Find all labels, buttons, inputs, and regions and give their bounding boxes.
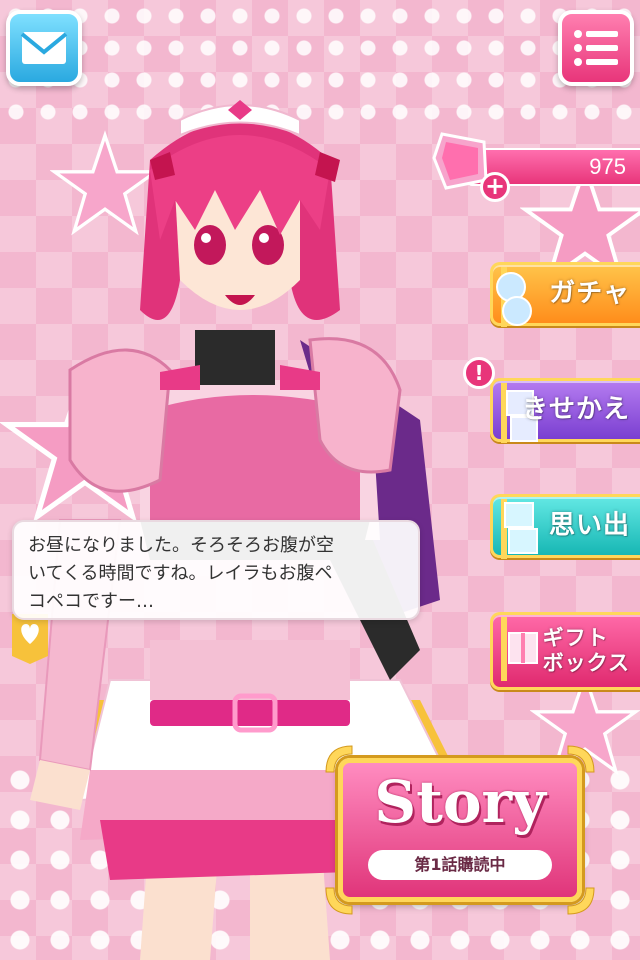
ornament-icon bbox=[325, 887, 353, 915]
story-button[interactable]: Story 第1話購読中 bbox=[322, 742, 598, 918]
photos-icon bbox=[501, 499, 538, 559]
gift-box-icon bbox=[501, 617, 538, 681]
dialogue-box[interactable]: お昼になりました。そろそろお腹が空 いてくる時間ですね。レイラもお腹ペ コペコで… bbox=[12, 520, 420, 620]
menu-button[interactable] bbox=[558, 10, 634, 86]
dress-up-label: きせかえ bbox=[521, 394, 630, 425]
ornament-icon bbox=[567, 887, 595, 915]
gacha-button[interactable]: ガチャ bbox=[490, 262, 640, 327]
dress-up-button[interactable]: きせかえ bbox=[490, 378, 640, 443]
gacha-label: ガチャ bbox=[549, 278, 630, 309]
gift-box-label-line2: ボックス bbox=[542, 651, 630, 675]
envelope-icon bbox=[20, 32, 68, 64]
gacha-capsule-icon bbox=[496, 267, 532, 327]
mail-button[interactable] bbox=[6, 10, 82, 86]
new-alert-badge: ! bbox=[463, 357, 495, 389]
memories-button[interactable]: 思い出 bbox=[490, 494, 640, 559]
home-screen: 975 + ガチャ ! きせかえ 思い出 ギフト ボックス お昼になりました。そ… bbox=[0, 0, 640, 960]
hamburger-menu-icon bbox=[574, 30, 618, 66]
gift-box-label-line1: ギフト bbox=[542, 625, 609, 650]
dialogue-line: お昼になりました。そろそろお腹が空 bbox=[28, 535, 334, 556]
story-title: Story bbox=[374, 768, 546, 836]
story-subtitle: 第1話購読中 bbox=[368, 850, 552, 880]
add-currency-button[interactable]: + bbox=[480, 172, 510, 202]
dialogue-line: コペコですー… bbox=[28, 591, 154, 612]
gift-box-label: ギフト ボックス bbox=[543, 626, 630, 676]
currency-display: 975 + bbox=[428, 128, 640, 208]
memories-label: 思い出 bbox=[548, 510, 630, 541]
dialogue-line: いてくる時間ですね。レイラもお腹ペ bbox=[28, 563, 333, 584]
gift-box-button[interactable]: ギフト ボックス bbox=[490, 612, 640, 690]
currency-value: 975 bbox=[589, 154, 626, 179]
